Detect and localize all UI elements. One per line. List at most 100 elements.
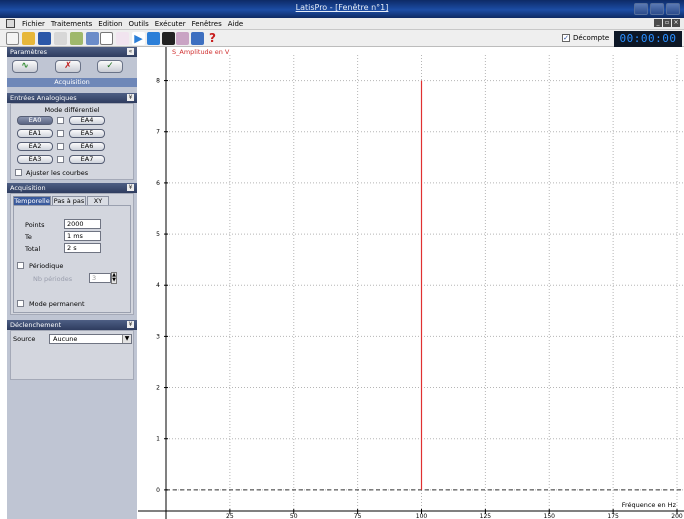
mode-differentiel-label: Mode différentiel xyxy=(44,106,100,114)
entrees-group: Mode différentiel EA0 EA1 EA2 EA3 EA4 EA… xyxy=(10,103,134,180)
y-axis-label: S_Amplitude en V xyxy=(172,48,230,56)
spectrum-chart[interactable]: 0 1 2 3 4 5 6 7 8 25 50 75 100 125 150 175 200 S_Amplitud… xyxy=(138,47,684,519)
validate-button[interactable]: ✓ xyxy=(97,60,123,73)
decompte-label: Décompte xyxy=(573,34,610,42)
x-tick-label: 125 xyxy=(480,513,492,519)
y-tick-label: 5 xyxy=(156,231,160,238)
entrees-header: Entrées Analogiques ¥ xyxy=(7,93,137,103)
step-icon[interactable] xyxy=(147,32,160,45)
acquisition-title: Acquisition xyxy=(10,184,46,192)
x-tick-label: 75 xyxy=(354,513,362,519)
collapse-panel-icon[interactable]: « xyxy=(127,48,134,55)
mode-permanent-checkbox[interactable] xyxy=(17,300,24,307)
save-icon[interactable] xyxy=(38,32,51,45)
window-controls xyxy=(634,3,680,15)
channel-ea5-button[interactable]: EA5 xyxy=(69,129,105,138)
channel-ea2-button[interactable]: EA2 xyxy=(17,142,53,151)
declenchement-collapse-icon[interactable]: ¥ xyxy=(127,321,134,328)
menu-bar: Fichier Traitements Edition Outils Exécu… xyxy=(0,18,684,30)
nb-periodes-label: Nb périodes xyxy=(33,275,73,283)
maximize-button[interactable] xyxy=(650,3,664,15)
window-title: LatisPro - [Fenêtre n°1] xyxy=(295,3,389,12)
title-bar: LatisPro - [Fenêtre n°1] xyxy=(0,0,684,18)
menu-outils[interactable]: Outils xyxy=(126,20,152,28)
record-icon[interactable] xyxy=(176,32,189,45)
ajuster-courbes-checkbox[interactable] xyxy=(15,169,22,176)
te-label: Te xyxy=(25,233,32,241)
menu-fenetres[interactable]: Fenêtres xyxy=(189,20,225,28)
model-icon[interactable] xyxy=(116,32,129,45)
open-icon[interactable] xyxy=(22,32,35,45)
diff-ea1-checkbox[interactable] xyxy=(57,130,64,137)
total-label: Total xyxy=(25,245,41,253)
chevron-down-icon[interactable]: ▼ xyxy=(122,335,131,343)
curve-tool-button[interactable]: ∿ xyxy=(12,60,38,73)
export-icon[interactable] xyxy=(191,32,204,45)
mdi-restore-button[interactable]: ▫ xyxy=(663,19,671,27)
y-tick-label: 8 xyxy=(156,78,160,85)
x-tick-label: 150 xyxy=(544,513,556,519)
curve-icon[interactable] xyxy=(100,32,113,45)
parameters-header: Paramètres « xyxy=(7,47,137,57)
channel-ea4-button[interactable]: EA4 xyxy=(69,116,105,125)
stop-icon[interactable] xyxy=(162,32,175,45)
mode-permanent-label: Mode permanent xyxy=(29,300,85,308)
channel-ea0-button[interactable]: EA0 xyxy=(17,116,53,125)
minimize-button[interactable] xyxy=(634,3,648,15)
diff-ea3-checkbox[interactable] xyxy=(57,156,64,163)
points-input[interactable]: 2000 xyxy=(64,219,101,229)
window-icon[interactable] xyxy=(86,32,99,45)
y-tick-label: 3 xyxy=(156,333,160,340)
close-button[interactable] xyxy=(666,3,680,15)
entrees-collapse-icon[interactable]: ¥ xyxy=(127,94,134,101)
channel-ea7-button[interactable]: EA7 xyxy=(69,155,105,164)
channel-ea6-button[interactable]: EA6 xyxy=(69,142,105,151)
cancel-button[interactable]: ✗ xyxy=(55,60,81,73)
parameters-title: Paramètres xyxy=(10,48,48,56)
periodique-checkbox[interactable] xyxy=(17,262,24,269)
help-icon[interactable]: ? xyxy=(206,32,219,45)
diff-ea2-checkbox[interactable] xyxy=(57,143,64,150)
x-tick-label: 200 xyxy=(671,513,683,519)
menu-executer[interactable]: Exécuter xyxy=(152,20,189,28)
menu-fichier[interactable]: Fichier xyxy=(19,20,48,28)
total-input[interactable]: 2 s xyxy=(64,243,101,253)
channel-ea1-button[interactable]: EA1 xyxy=(17,129,53,138)
menu-traitements[interactable]: Traitements xyxy=(48,20,95,28)
tab-temporelle[interactable]: Temporelle xyxy=(13,196,51,205)
x-tick-label: 175 xyxy=(607,513,619,519)
mdi-close-button[interactable]: × xyxy=(672,19,680,27)
declenchement-header: Déclenchement ¥ xyxy=(7,320,137,330)
source-select[interactable]: Aucune ▼ xyxy=(49,334,132,344)
entrees-title: Entrées Analogiques xyxy=(10,94,77,102)
mdi-minimize-button[interactable]: _ xyxy=(654,19,662,27)
cut-icon[interactable] xyxy=(54,32,67,45)
x-tick-label: 25 xyxy=(226,513,234,519)
play-icon[interactable]: ▶ xyxy=(132,32,145,45)
diff-ea0-checkbox[interactable] xyxy=(57,117,64,124)
declenchement-title: Déclenchement xyxy=(10,321,62,329)
y-tick-label: 1 xyxy=(156,436,160,443)
decompte-checkbox[interactable]: ✓ xyxy=(562,34,570,42)
menu-edition[interactable]: Edition xyxy=(95,20,125,28)
acquisition-collapse-icon[interactable]: ¥ xyxy=(127,184,134,191)
acquisition-header: Acquisition ¥ xyxy=(7,183,137,193)
channel-ea3-button[interactable]: EA3 xyxy=(17,155,53,164)
plot-area[interactable]: 0 1 2 3 4 5 6 7 8 25 50 75 100 125 150 175 200 S_Amplitud… xyxy=(138,47,684,519)
y-tick-label: 2 xyxy=(156,385,160,392)
mdi-controls: _ ▫ × xyxy=(654,19,680,27)
acquisition-strip[interactable]: Acquisition xyxy=(7,78,137,87)
y-tick-label: 4 xyxy=(156,282,160,289)
new-icon[interactable] xyxy=(6,32,19,45)
x-axis-label: Fréquence en Hz xyxy=(622,501,677,509)
nb-periodes-input[interactable]: 3 xyxy=(89,273,111,283)
tab-pas-a-pas[interactable]: Pas à pas xyxy=(52,196,86,205)
tab-xy[interactable]: XY xyxy=(87,196,109,205)
menu-aide[interactable]: Aide xyxy=(225,20,246,28)
system-menu-icon[interactable] xyxy=(6,19,15,28)
x-tick-label: 100 xyxy=(416,513,428,519)
tools-icon[interactable] xyxy=(70,32,83,45)
nb-periodes-spinner[interactable]: ▲ ▼ xyxy=(111,272,117,284)
ajuster-courbes-label: Ajuster les courbes xyxy=(26,169,89,177)
te-input[interactable]: 1 ms xyxy=(64,231,101,241)
